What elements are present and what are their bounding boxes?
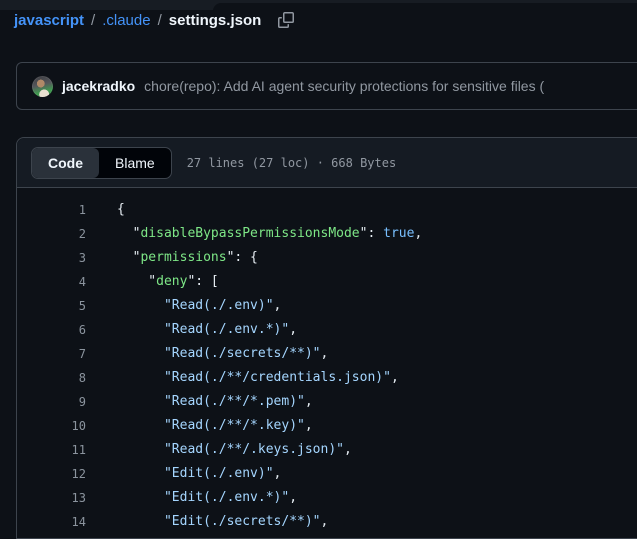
copy-path-button[interactable] (274, 8, 298, 32)
code-line: 3 "permissions": { (17, 246, 637, 270)
line-number[interactable]: 12 (17, 462, 86, 486)
file-content-panel: Code Blame 27 lines (27 loc) · 668 Bytes… (16, 137, 637, 539)
tab-code[interactable]: Code (32, 147, 99, 178)
code-text: "Edit(./.env.*)", (163, 490, 298, 505)
line-number[interactable]: 11 (17, 438, 86, 462)
code-text: "Edit(./.env)", (163, 466, 282, 481)
breadcrumb-repo-link[interactable]: javascript (14, 12, 84, 29)
line-number[interactable]: 14 (17, 510, 86, 534)
line-number[interactable]: 2 (17, 222, 86, 246)
code-line: 1{ (17, 198, 637, 222)
line-number[interactable]: 7 (17, 342, 86, 366)
code-line: 13 "Edit(./.env.*)", (17, 486, 637, 510)
code-line: 10 "Read(./**/*.key)", (17, 414, 637, 438)
code-text: { (117, 202, 125, 217)
code-line: 7 "Read(./secrets/**)", (17, 342, 637, 366)
code-text: "Read(./**/credentials.json)", (163, 370, 399, 385)
code-text: "permissions": { (117, 250, 258, 265)
commit-message-link[interactable]: chore(repo): Add AI agent security prote… (144, 78, 544, 94)
copy-icon (278, 12, 295, 28)
code-line: 5 "Read(./.env)", (17, 294, 637, 318)
code-text: "Edit(./secrets/**)", (163, 514, 329, 529)
code-line: 4 "deny": [ (17, 270, 637, 294)
line-number[interactable]: 3 (17, 246, 86, 270)
code-text: "Read(./**/.keys.json)", (163, 442, 352, 457)
code-lines: 1{2 "disableBypassPermissionsMode": true… (17, 188, 637, 534)
code-blame-switch: Code Blame (31, 146, 172, 179)
breadcrumb-folder-link[interactable]: .claude (102, 12, 150, 29)
code-text: "Read(./secrets/**)", (163, 346, 329, 361)
code-line: 14 "Edit(./secrets/**)", (17, 510, 637, 534)
code-line: 9 "Read(./**/*.pem)", (17, 390, 637, 414)
line-number[interactable]: 1 (17, 198, 86, 222)
line-number[interactable]: 5 (17, 294, 86, 318)
breadcrumb-separator: / (157, 11, 162, 29)
code-text: "Read(./**/*.key)", (163, 418, 313, 433)
code-line: 11 "Read(./**/.keys.json)", (17, 438, 637, 462)
file-stats: 27 lines (27 loc) · 668 Bytes (186, 155, 397, 170)
line-number[interactable]: 13 (17, 486, 86, 510)
code-line: 6 "Read(./.env.*)", (17, 318, 637, 342)
latest-commit-bar: jacekradko chore(repo): Add AI agent sec… (16, 62, 637, 110)
code-line: 12 "Edit(./.env)", (17, 462, 637, 486)
breadcrumb-separator: / (91, 11, 96, 29)
line-number[interactable]: 8 (17, 366, 86, 390)
tab-blame[interactable]: Blame (99, 148, 171, 178)
line-number[interactable]: 6 (17, 318, 86, 342)
file-panel-header: Code Blame 27 lines (27 loc) · 668 Bytes (17, 138, 637, 188)
commit-author-link[interactable]: jacekradko (62, 78, 135, 94)
avatar[interactable] (32, 75, 53, 97)
breadcrumb: javascript / .claude / settings.json (14, 7, 637, 33)
code-text: "Read(./**/*.pem)", (163, 394, 313, 409)
code-text: "deny": [ (117, 274, 219, 289)
code-text: "disableBypassPermissionsMode": true, (117, 226, 423, 241)
line-number[interactable]: 10 (17, 414, 86, 438)
line-number[interactable]: 9 (17, 390, 86, 414)
code-text: "Read(./.env)", (163, 298, 282, 313)
breadcrumb-file-name: settings.json (168, 11, 262, 29)
line-number[interactable]: 4 (17, 270, 86, 294)
code-line: 2 "disableBypassPermissionsMode": true, (17, 222, 637, 246)
code-line: 8 "Read(./**/credentials.json)", (17, 366, 637, 390)
code-text: "Read(./.env.*)", (163, 322, 298, 337)
